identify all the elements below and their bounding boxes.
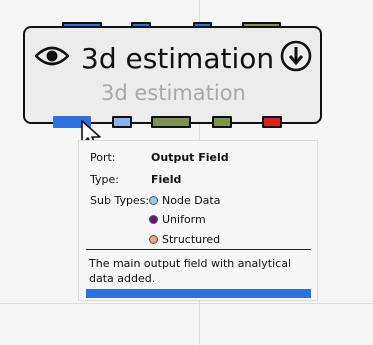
subtype-dot-uniform bbox=[149, 215, 158, 224]
tooltip-color-bar bbox=[86, 289, 311, 298]
eye-icon[interactable] bbox=[35, 44, 69, 68]
node-3d-estimation[interactable]: 3d estimation 3d estimation bbox=[23, 26, 322, 124]
subtype-uniform: Uniform bbox=[162, 213, 206, 226]
bottom-port-5[interactable] bbox=[262, 116, 282, 128]
node-title: 3d estimation bbox=[81, 42, 275, 75]
canvas-gridline-horizontal bbox=[0, 303, 373, 304]
port-value: Output Field bbox=[151, 151, 229, 164]
tooltip-divider bbox=[86, 249, 311, 250]
port-label: Port: bbox=[90, 151, 116, 164]
port-tooltip: Port: Output Field Type: Field Sub Types… bbox=[78, 140, 318, 301]
subtype-dot-structured bbox=[149, 235, 158, 244]
subtype-structured: Structured bbox=[162, 233, 221, 246]
bottom-port-4[interactable] bbox=[212, 116, 232, 128]
type-value: Field bbox=[151, 173, 182, 186]
download-icon[interactable] bbox=[280, 40, 312, 72]
subtype-node-data: Node Data bbox=[162, 194, 221, 207]
subtype-dot-node-data bbox=[149, 196, 158, 205]
node-subtitle: 3d estimation bbox=[101, 81, 246, 105]
tooltip-description: The main output field with analytical da… bbox=[89, 257, 292, 285]
bottom-port-2[interactable] bbox=[112, 116, 132, 128]
type-label: Type: bbox=[90, 173, 119, 186]
subtypes-label: Sub Types: bbox=[90, 194, 150, 207]
bottom-port-3[interactable] bbox=[151, 116, 191, 128]
